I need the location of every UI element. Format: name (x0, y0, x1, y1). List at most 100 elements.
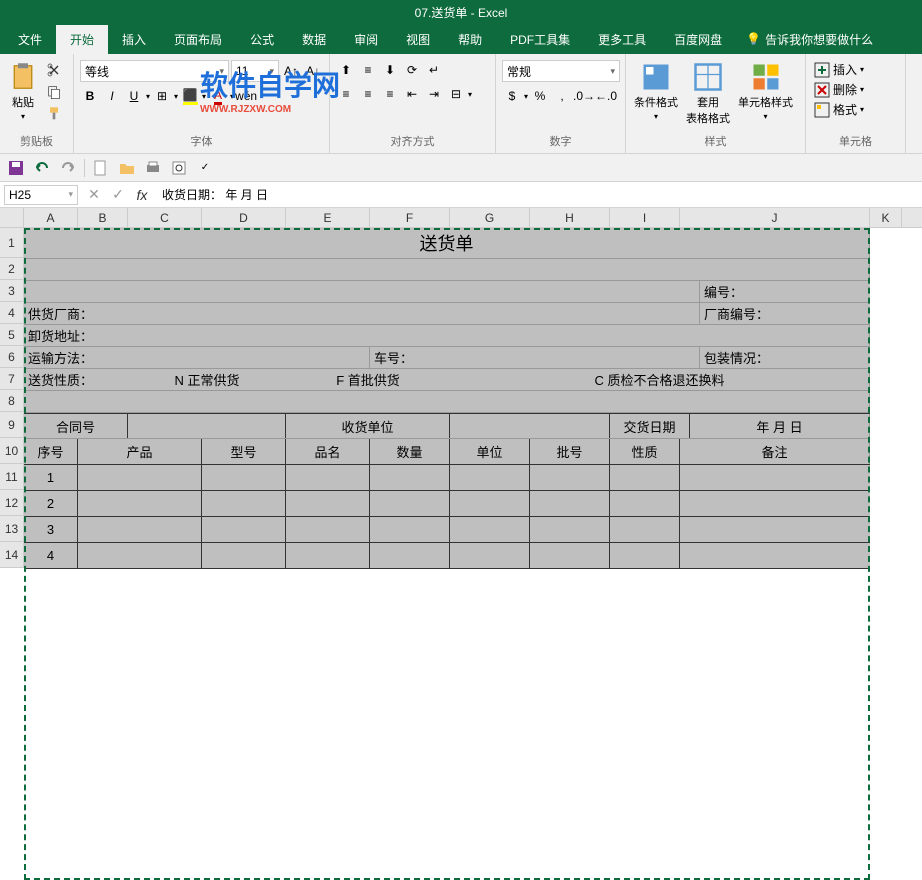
table-cell[interactable] (370, 517, 450, 542)
table-cell[interactable] (370, 543, 450, 568)
font-size-combo[interactable]: ▾ (231, 60, 279, 82)
table-cell[interactable] (680, 465, 870, 490)
table-cell[interactable]: 4 (24, 543, 78, 568)
chevron-down-icon[interactable]: ▾ (202, 92, 206, 101)
row-header-14[interactable]: 14 (0, 542, 24, 568)
row-header-13[interactable]: 13 (0, 516, 24, 542)
col-batch[interactable]: 批号 (530, 439, 610, 464)
table-cell[interactable] (610, 465, 680, 490)
phonetic-button[interactable]: wén (236, 86, 256, 106)
table-cell[interactable] (450, 465, 530, 490)
tab-data[interactable]: 数据 (288, 25, 340, 54)
cell-styles-button[interactable]: 单元格样式 ▾ (736, 60, 795, 123)
delete-cells-button[interactable]: 删除▾ (812, 80, 866, 99)
col-product[interactable]: 产品 (78, 439, 202, 464)
table-cell[interactable] (286, 491, 370, 516)
col-header-B[interactable]: B (78, 208, 128, 227)
font-name-combo[interactable]: ▾ (80, 60, 229, 82)
table-cell[interactable]: 3 (24, 517, 78, 542)
row-header-12[interactable]: 12 (0, 490, 24, 516)
row-header-10[interactable]: 10 (0, 438, 24, 464)
row-header-11[interactable]: 11 (0, 464, 24, 490)
spelling-button[interactable]: ✓ (195, 158, 215, 178)
increase-indent-button[interactable]: ⇥ (424, 84, 444, 104)
tab-pdf[interactable]: PDF工具集 (496, 25, 584, 54)
row-header-1[interactable]: 1 (0, 228, 24, 258)
fill-color-button[interactable]: ⬛ (180, 86, 200, 106)
font-color-button[interactable]: A (208, 86, 228, 106)
tab-formulas[interactable]: 公式 (236, 25, 288, 54)
row-header-5[interactable]: 5 (0, 324, 24, 346)
table-cell[interactable] (202, 543, 286, 568)
align-top-button[interactable]: ⬆ (336, 60, 356, 80)
cells-area[interactable]: 送货单 编号： 供货厂商：厂商编号： 卸货地址： 运输方法：车号：包装情况： 送… (24, 228, 922, 569)
chevron-down-icon[interactable]: ▾ (215, 66, 228, 77)
print-preview-button[interactable] (169, 158, 189, 178)
row-header-6[interactable]: 6 (0, 346, 24, 368)
decrease-font-button[interactable]: A↓ (303, 61, 323, 81)
table-cell[interactable] (78, 491, 202, 516)
table-cell[interactable] (78, 517, 202, 542)
quick-print-button[interactable] (143, 158, 163, 178)
decrease-indent-button[interactable]: ⇤ (402, 84, 422, 104)
percent-button[interactable]: % (530, 86, 550, 106)
chevron-down-icon[interactable]: ▾ (174, 92, 178, 101)
align-left-button[interactable]: ≡ (336, 84, 356, 104)
col-header-D[interactable]: D (202, 208, 286, 227)
row-header-4[interactable]: 4 (0, 302, 24, 324)
table-cell[interactable] (680, 543, 870, 568)
tab-layout[interactable]: 页面布局 (160, 25, 236, 54)
table-cell[interactable] (78, 465, 202, 490)
italic-button[interactable]: I (102, 86, 122, 106)
col-seq[interactable]: 序号 (24, 439, 78, 464)
comma-button[interactable]: , (552, 86, 572, 106)
table-cell[interactable] (202, 517, 286, 542)
increase-font-button[interactable]: A↑ (281, 61, 301, 81)
tab-help[interactable]: 帮助 (444, 25, 496, 54)
col-header-K[interactable]: K (870, 208, 902, 227)
wrap-text-button[interactable]: ↵ (424, 60, 444, 80)
increase-decimal-button[interactable]: .0→ (574, 86, 594, 106)
open-button[interactable] (117, 158, 137, 178)
currency-button[interactable]: $ (502, 86, 522, 106)
table-cell[interactable] (530, 543, 610, 568)
table-cell[interactable] (450, 517, 530, 542)
col-header-F[interactable]: F (370, 208, 450, 227)
row-header-7[interactable]: 7 (0, 368, 24, 390)
new-button[interactable] (91, 158, 111, 178)
formula-input[interactable]: 收货日期： 年 月 日 (154, 186, 922, 203)
row-header-8[interactable]: 8 (0, 390, 24, 412)
tab-baidu[interactable]: 百度网盘 (660, 25, 736, 54)
row-header-9[interactable]: 9 (0, 412, 24, 438)
tab-more[interactable]: 更多工具 (584, 25, 660, 54)
conditional-format-button[interactable]: 条件格式 ▾ (632, 60, 680, 123)
table-cell[interactable] (370, 465, 450, 490)
align-bottom-button[interactable]: ⬇ (380, 60, 400, 80)
date-header[interactable]: 年 月 日 (690, 414, 870, 438)
col-remark[interactable]: 备注 (680, 439, 870, 464)
insert-cells-button[interactable]: 插入▾ (812, 60, 866, 79)
row-header-2[interactable]: 2 (0, 258, 24, 280)
nature-label[interactable]: 送货性质： (24, 369, 128, 390)
doc-title[interactable]: 送货单 (24, 228, 870, 258)
tab-view[interactable]: 视图 (392, 25, 444, 54)
col-header-E[interactable]: E (286, 208, 370, 227)
table-cell[interactable] (286, 465, 370, 490)
nature-n[interactable]: N 正常供货 (128, 369, 286, 390)
number-format-combo[interactable]: ▾ (502, 60, 620, 82)
format-painter-button[interactable] (44, 104, 64, 124)
bold-button[interactable]: B (80, 86, 100, 106)
tab-home[interactable]: 开始 (56, 25, 108, 54)
chevron-down-icon[interactable]: ▾ (265, 66, 278, 77)
table-cell[interactable] (610, 543, 680, 568)
align-right-button[interactable]: ≡ (380, 84, 400, 104)
fx-button[interactable]: fx (130, 185, 154, 205)
col-header-A[interactable]: A (24, 208, 78, 227)
table-cell[interactable] (680, 491, 870, 516)
col-header-H[interactable]: H (530, 208, 610, 227)
decrease-decimal-button[interactable]: ←.0 (596, 86, 616, 106)
table-cell[interactable] (680, 517, 870, 542)
col-header-C[interactable]: C (128, 208, 202, 227)
orientation-button[interactable]: ⟳ (402, 60, 422, 80)
save-button[interactable] (6, 158, 26, 178)
